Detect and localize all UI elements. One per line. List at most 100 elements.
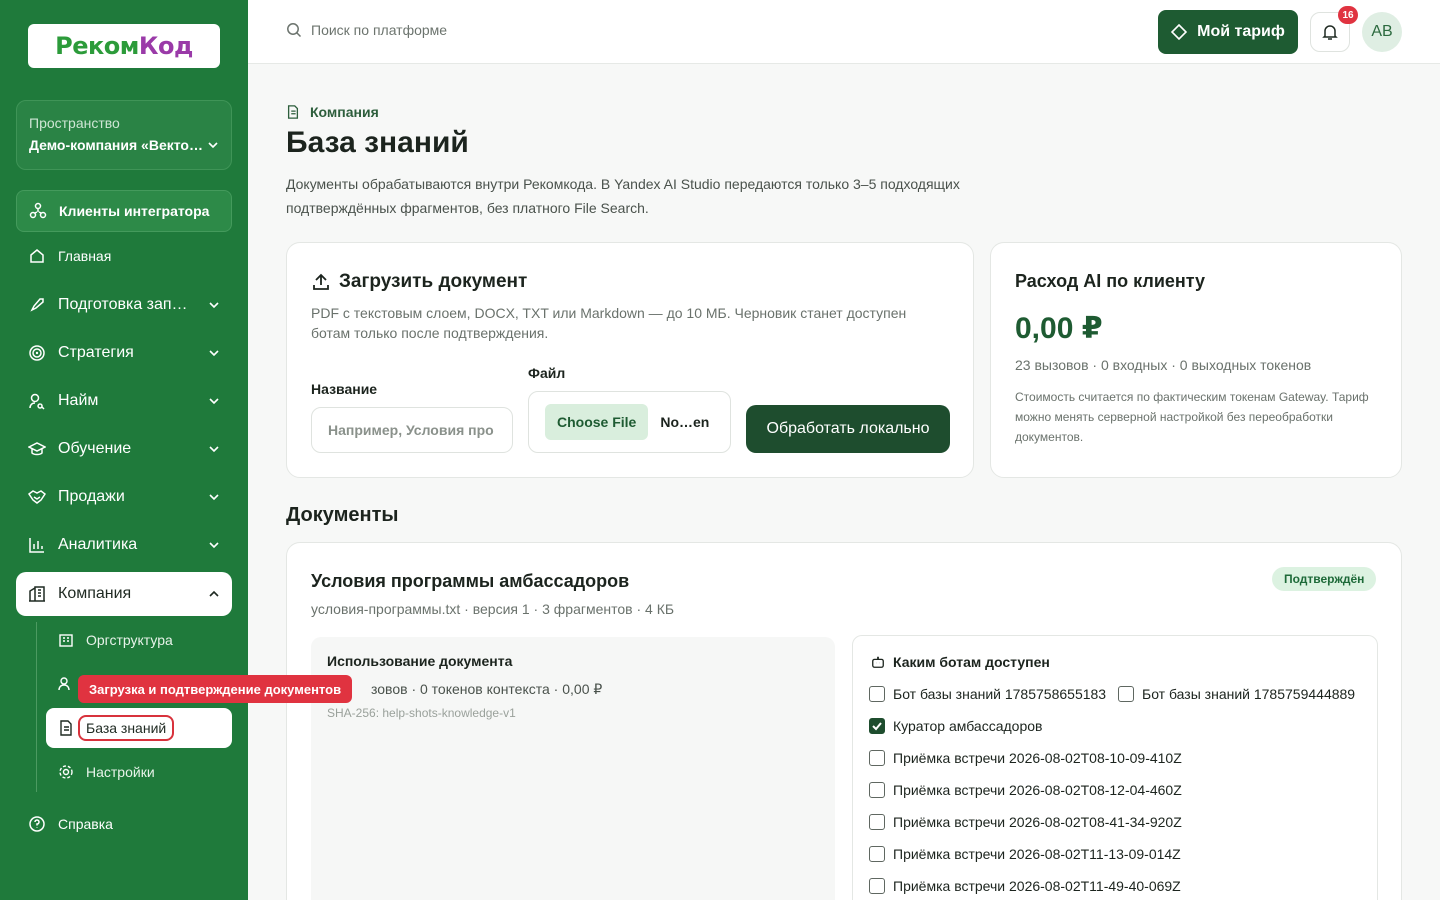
graduation-cap-icon [28, 442, 46, 456]
chevron-down-icon [208, 142, 218, 149]
nav-training[interactable]: Обучение [16, 429, 232, 469]
workspace-name: Демо-компания «Векто… [29, 137, 203, 153]
chevron-down-icon [209, 302, 219, 309]
nav-knowledge-base-label: База знаний [78, 715, 175, 741]
topbar: Поиск по платформе Мой тариф 16 AB [248, 0, 1440, 64]
nav-analytics[interactable]: Аналитика [16, 525, 232, 565]
usage-title: Использование документа [327, 653, 513, 669]
nav-hiring[interactable]: Найм [16, 381, 232, 421]
nav-integrator-clients-label: Клиенты интегратора [59, 203, 210, 219]
chevron-up-icon [209, 590, 219, 597]
checkbox[interactable] [1118, 686, 1134, 702]
document-icon [287, 105, 299, 119]
home-icon [30, 249, 44, 263]
nav-home[interactable]: Главная [16, 236, 232, 276]
nav-home-label: Главная [58, 248, 112, 264]
usage-stats: зовов · 0 токенов контекста · 0,00 ₽ [371, 681, 603, 697]
upload-title: Загрузить документ [339, 271, 528, 292]
bot-checkbox-row[interactable]: Приёмка встречи 2026-08-02T11-49-40-069Z [869, 878, 1181, 894]
nav-preparation[interactable]: Подготовка зап… [16, 285, 232, 325]
chevron-down-icon [209, 350, 219, 357]
bot-label: Бот базы знаний 1785758655183 [893, 686, 1107, 702]
bot-access-panel: Каким ботам доступен Бот базы знаний 178… [852, 635, 1378, 900]
workspace-label: Пространство [29, 115, 120, 131]
users-icon [58, 677, 70, 691]
bot-label: Приёмка встречи 2026-08-02T08-41-34-920Z [893, 814, 1182, 830]
search-icon [287, 23, 302, 38]
nav-strategy[interactable]: Стратегия [16, 333, 232, 373]
bot-label: Куратор амбассадоров [893, 718, 1043, 734]
choose-file-button[interactable]: Choose File [545, 404, 649, 440]
spend-amount: 0,00 ₽ [1015, 312, 1103, 345]
checkbox[interactable] [869, 814, 885, 830]
process-locally-button[interactable]: Обработать локально [746, 405, 950, 453]
upload-card: Загрузить документ PDF с текстовым слоем… [286, 242, 974, 478]
target-icon [29, 345, 45, 361]
avatar[interactable]: AB [1362, 12, 1402, 52]
nav-settings-label: Настройки [86, 764, 155, 780]
nav-strategy-label: Стратегия [58, 344, 134, 361]
nav-company[interactable]: Компания [16, 572, 232, 616]
nav-sales[interactable]: Продажи [16, 477, 232, 517]
bot-label: Приёмка встречи 2026-08-02T11-49-40-069Z [893, 878, 1181, 894]
rocket-icon [30, 298, 44, 312]
chevron-down-icon [209, 398, 219, 405]
gear-icon [59, 765, 73, 779]
bot-checkbox-row[interactable]: Бот базы знаний 1785758655183 [869, 686, 1106, 702]
nav-hiring-label: Найм [58, 392, 99, 409]
nav-org-structure-label: Оргструктура [86, 632, 173, 648]
nav-help[interactable]: Справка [16, 804, 232, 844]
bot-label: Бот базы знаний 1785759444889 [1142, 686, 1356, 702]
nav-integrator-clients[interactable]: Клиенты интегратора [16, 190, 232, 232]
status-badge: Подтверждён [1272, 567, 1377, 591]
nav-knowledge-base[interactable]: База знаний [46, 708, 232, 748]
bot-checkbox-row[interactable]: Приёмка встречи 2026-08-02T08-12-04-460Z [869, 782, 1182, 798]
org-icon [59, 634, 73, 647]
document-icon [60, 720, 72, 736]
bot-label: Приёмка встречи 2026-08-02T11-13-09-014Z [893, 846, 1181, 862]
bot-checkbox-row[interactable]: Куратор амбассадоров [869, 718, 1042, 734]
chevron-down-icon [209, 542, 219, 549]
upload-hint: PDF с текстовым слоем, DOCX, TXT или Mar… [311, 305, 907, 341]
nav-sales-label: Продажи [58, 488, 125, 505]
page-title: База знаний [286, 126, 469, 159]
document-title: Условия программы амбассадоров [311, 571, 630, 591]
users-network-icon [29, 202, 47, 219]
bot-checkbox-row[interactable]: Приёмка встречи 2026-08-02T08-41-34-920Z [869, 814, 1182, 830]
checkbox[interactable] [869, 686, 885, 702]
nav-preparation-label: Подготовка зап… [58, 296, 188, 313]
bell-icon [1322, 25, 1338, 40]
checkbox[interactable] [869, 846, 885, 862]
workspace-selector[interactable]: Пространство Демо-компания «Векто… [16, 100, 232, 170]
search-placeholder: Поиск по платформе [311, 22, 448, 38]
checkbox[interactable] [869, 878, 885, 894]
checkbox[interactable] [869, 750, 885, 766]
bot-checkbox-row[interactable]: Приёмка встречи 2026-08-02T08-10-09-410Z [869, 750, 1182, 766]
bar-chart-icon [29, 538, 44, 553]
breadcrumb-label: Компания [310, 104, 379, 120]
file-name: No…en [660, 414, 710, 430]
handshake-icon [28, 490, 46, 504]
checkbox[interactable] [869, 782, 885, 798]
bot-checkbox-row[interactable]: Бот базы знаний 1785759444889 [1118, 686, 1355, 702]
usage-hash: SHA-256: help-shots-knowledge-v1 [327, 706, 516, 720]
bots-title: Каким ботам доступен [893, 654, 1050, 670]
document-name-input[interactable]: Например, Условия про [311, 407, 513, 453]
sidebar: РекомКод Пространство Демо-компания «Век… [0, 0, 353, 900]
chevron-down-icon [209, 446, 219, 453]
bot-checkbox-row[interactable]: Приёмка встречи 2026-08-02T11-13-09-014Z [869, 846, 1181, 862]
search-input[interactable]: Поиск по платформе [286, 22, 447, 38]
nav-org-structure[interactable]: Оргструктура [46, 621, 232, 659]
building-icon [29, 586, 45, 602]
submenu-line [36, 622, 37, 792]
spend-note: Стоимость считается по фактическим токен… [1015, 390, 1369, 444]
chevron-down-icon [209, 494, 219, 501]
file-label: Файл [528, 365, 566, 381]
checkbox-checked[interactable] [869, 718, 885, 734]
logo[interactable]: РекомКод [28, 24, 220, 68]
breadcrumb[interactable]: Компания [286, 104, 379, 120]
my-plan-label: Мой тариф [1197, 23, 1285, 40]
file-input[interactable]: Choose File No…en [528, 391, 731, 453]
my-plan-button[interactable]: Мой тариф [1158, 10, 1298, 54]
nav-settings[interactable]: Настройки [46, 753, 232, 791]
